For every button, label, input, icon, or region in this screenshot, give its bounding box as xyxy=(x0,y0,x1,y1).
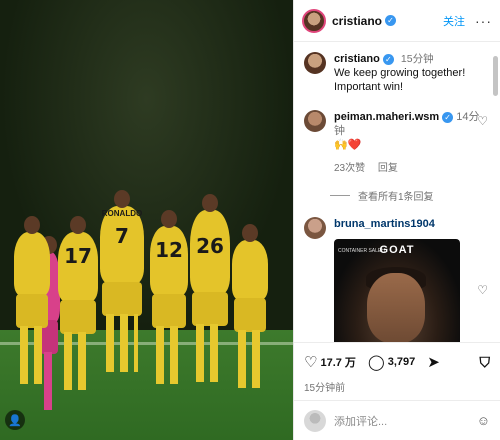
add-comment-bar: 添加评论... ☺ xyxy=(294,400,500,440)
player-figure: 26 xyxy=(190,194,230,382)
more-icon[interactable]: ··· xyxy=(475,13,492,29)
likes-count: 17.7 万 xyxy=(320,357,356,369)
comment-username[interactable]: bruna_martins1904 xyxy=(334,218,435,230)
caption-text-line2: Important win! xyxy=(334,81,404,93)
author-avatar[interactable] xyxy=(302,8,326,33)
add-comment-input[interactable]: 添加评论... xyxy=(334,413,387,429)
post-timestamp: 15分钟前 xyxy=(304,383,346,394)
comments-scroll-area[interactable]: cristiano ✓ 15分钟 We keep growing together… xyxy=(294,42,500,342)
player-figure: RONALDO 7 xyxy=(100,190,144,372)
caption-username[interactable]: cristiano xyxy=(334,53,380,65)
verified-icon: ✓ xyxy=(382,53,394,65)
comment-like-icon[interactable]: ♡ xyxy=(477,114,488,128)
post-viewer: 17 RONALDO 7 12 26 👤 cristiano ✓ 关注 ··· c… xyxy=(0,0,500,440)
post-actions-panel: ♡ 17.7 万 ◯ 3,797 ➤ ⛉ 15分钟前 添加评论... ☺ xyxy=(294,342,500,440)
player-figure: 17 xyxy=(58,216,98,390)
comment-username[interactable]: peiman.maheri.wsm xyxy=(334,111,439,123)
comments-count: 3,797 xyxy=(387,356,416,368)
comment-likes[interactable]: 23次赞 xyxy=(334,163,365,174)
post-header: cristiano ✓ 关注 ··· xyxy=(294,0,500,42)
verified-icon: ✓ xyxy=(442,111,454,123)
scrollbar[interactable] xyxy=(493,56,498,96)
player-figure xyxy=(14,216,50,384)
comment-icon[interactable]: ◯ xyxy=(368,353,385,371)
reply-button[interactable]: 回复 xyxy=(378,163,398,174)
replies-divider xyxy=(330,195,350,196)
comment-image[interactable]: CONTAINER SALEH GOAT xyxy=(334,239,460,342)
comment-item: peiman.maheri.wsm ✓ 14分钟 🙌❤️ 23次赞 回复 ♡ xyxy=(294,94,500,176)
caption: cristiano ✓ 15分钟 We keep growing together… xyxy=(294,42,500,94)
share-icon[interactable]: ➤ xyxy=(427,353,440,371)
action-bar: ♡ 17.7 万 ◯ 3,797 ➤ ⛉ xyxy=(294,343,500,372)
emoji-icon[interactable]: ☺ xyxy=(477,413,490,428)
player-figure: 12 xyxy=(150,210,188,384)
bookmark-icon[interactable]: ⛉ xyxy=(480,354,491,371)
post-photo[interactable]: 17 RONALDO 7 12 26 👤 xyxy=(0,0,293,440)
current-user-avatar xyxy=(304,409,326,432)
image-top-text: GOAT xyxy=(379,244,415,256)
comment-like-icon[interactable]: ♡ xyxy=(477,283,488,297)
commenter-avatar[interactable] xyxy=(304,110,326,132)
caption-text-line1: We keep growing together! xyxy=(334,67,466,79)
player-figure xyxy=(232,224,268,388)
post-sidebar: cristiano ✓ 关注 ··· cristiano ✓ 15分钟 We ke… xyxy=(293,0,500,440)
heart-icon[interactable]: ♡ xyxy=(304,353,317,371)
tagged-users-icon[interactable]: 👤 xyxy=(5,410,25,430)
caption-avatar[interactable] xyxy=(304,52,326,74)
follow-button[interactable]: 关注 xyxy=(443,13,465,29)
view-replies[interactable]: 查看所有1条回复 xyxy=(330,188,500,203)
author-username[interactable]: cristiano xyxy=(332,14,382,28)
comment-item: bruna_martins1904 CONTAINER SALEH GOAT ♡ xyxy=(294,203,500,342)
verified-icon: ✓ xyxy=(385,15,397,26)
comment-text: 🙌❤️ xyxy=(334,139,362,151)
view-replies-label: 查看所有1条回复 xyxy=(358,192,434,203)
caption-time: 15分钟 xyxy=(400,53,434,65)
commenter-avatar[interactable] xyxy=(304,217,326,239)
